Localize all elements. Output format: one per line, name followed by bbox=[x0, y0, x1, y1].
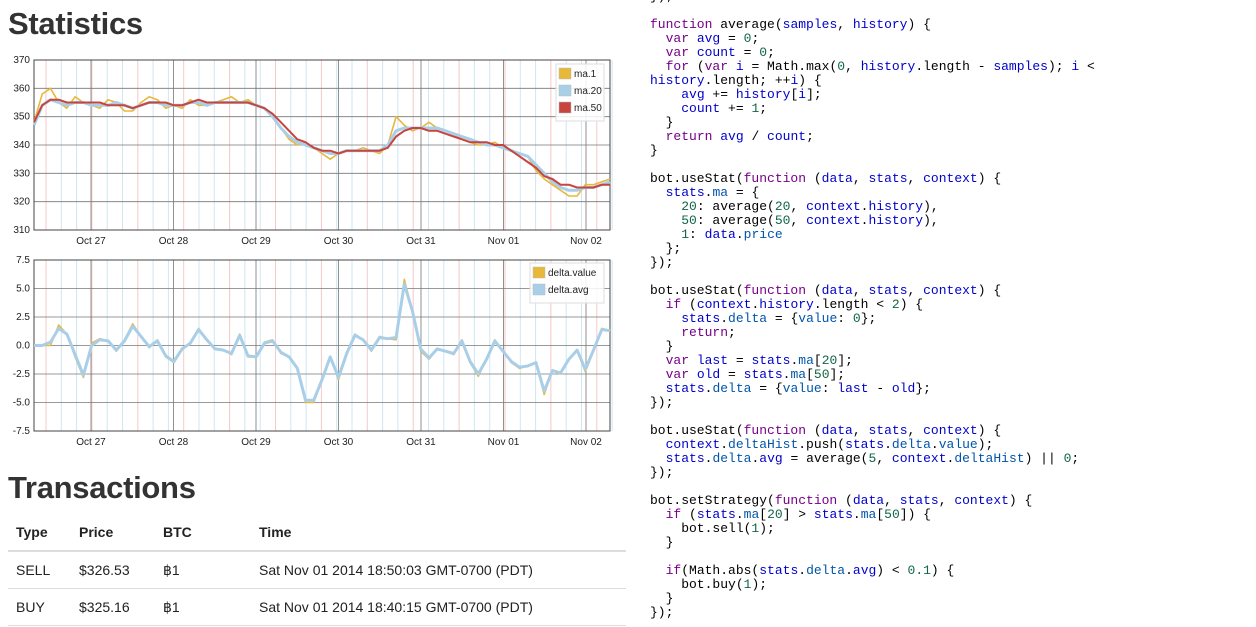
cell-time: Sat Nov 01 2014 18:40:15 GMT-0700 (PDT) bbox=[251, 588, 626, 626]
y-tick-label: 370 bbox=[13, 55, 30, 66]
x-tick-label: Nov 01 bbox=[488, 236, 520, 247]
cell-type: BUY bbox=[8, 588, 71, 626]
transactions-heading: Transactions bbox=[8, 470, 196, 505]
statistics-panel: Statistics 370 360 350 340 330 320 310 Oct 27 Oc… bbox=[0, 0, 630, 627]
y-tick-label: 5.0 bbox=[16, 284, 30, 295]
x-tick-label: Oct 30 bbox=[324, 437, 354, 448]
x-tick-label: Oct 29 bbox=[241, 437, 271, 448]
y-tick-label: -7.5 bbox=[13, 426, 31, 437]
strategy-code-editor[interactable]: }); function average(samples, history) {… bbox=[650, 0, 1095, 620]
y-tick-label: 2.5 bbox=[16, 312, 30, 323]
cell-btc: ฿1 bbox=[155, 588, 251, 626]
x-tick-label: Oct 27 bbox=[76, 236, 106, 247]
delta-chart: 7.5 5.0 2.5 0.0 -2.5 -5.0 -7.5 Oct 27 Oct 28 Oct … bbox=[13, 255, 613, 448]
table-row: SELL $326.53 ฿1 Sat Nov 01 2014 18:50:03… bbox=[8, 551, 626, 589]
table-header-row: Type Price BTC Time bbox=[8, 514, 626, 552]
legend-label: ma.1 bbox=[574, 69, 597, 80]
column-header-type: Type bbox=[8, 514, 71, 552]
cell-price: $326.53 bbox=[71, 551, 155, 589]
x-tick-label: Oct 27 bbox=[76, 437, 106, 448]
y-tick-label: 340 bbox=[13, 140, 30, 151]
column-header-time: Time bbox=[251, 514, 626, 552]
legend-label: delta.value bbox=[548, 268, 597, 279]
table-row: BUY $325.16 ฿1 Sat Nov 01 2014 18:40:15 … bbox=[8, 588, 626, 626]
x-tick-label: Oct 31 bbox=[406, 437, 436, 448]
legend-swatch bbox=[532, 283, 546, 296]
legend-label: ma.50 bbox=[574, 103, 602, 114]
x-tick-label: Oct 31 bbox=[406, 236, 436, 247]
y-tick-label: 0.0 bbox=[16, 341, 30, 352]
x-tick-label: Oct 28 bbox=[159, 236, 189, 247]
x-tick-label: Nov 02 bbox=[570, 236, 602, 247]
cell-price: $325.16 bbox=[71, 588, 155, 626]
y-tick-label: 320 bbox=[13, 197, 30, 208]
y-tick-label: 310 bbox=[13, 225, 30, 236]
x-tick-label: Nov 01 bbox=[488, 437, 520, 448]
x-tick-label: Oct 30 bbox=[324, 236, 354, 247]
y-tick-label: -5.0 bbox=[13, 398, 31, 409]
statistics-heading: Statistics bbox=[8, 6, 143, 41]
cell-btc: ฿1 bbox=[155, 551, 251, 589]
y-tick-label: -2.5 bbox=[13, 369, 31, 380]
legend-swatch bbox=[558, 67, 572, 80]
x-tick-label: Nov 02 bbox=[570, 437, 602, 448]
legend-swatch bbox=[558, 84, 572, 97]
transactions-table: Type Price BTC Time SELL $326.53 ฿1 Sat … bbox=[8, 514, 626, 626]
legend-label: ma.20 bbox=[574, 86, 602, 97]
legend-swatch bbox=[532, 266, 546, 279]
legend-label: delta.avg bbox=[548, 285, 589, 296]
y-tick-label: 330 bbox=[13, 168, 30, 179]
x-tick-label: Oct 28 bbox=[159, 437, 189, 448]
column-header-price: Price bbox=[71, 514, 155, 552]
y-tick-label: 360 bbox=[13, 83, 30, 94]
cell-type: SELL bbox=[8, 551, 71, 589]
column-header-btc: BTC bbox=[155, 514, 251, 552]
x-tick-label: Oct 29 bbox=[241, 236, 271, 247]
cell-time: Sat Nov 01 2014 18:50:03 GMT-0700 (PDT) bbox=[251, 551, 626, 589]
y-tick-label: 7.5 bbox=[16, 255, 30, 266]
y-tick-label: 350 bbox=[13, 112, 30, 123]
legend-swatch bbox=[558, 101, 572, 114]
